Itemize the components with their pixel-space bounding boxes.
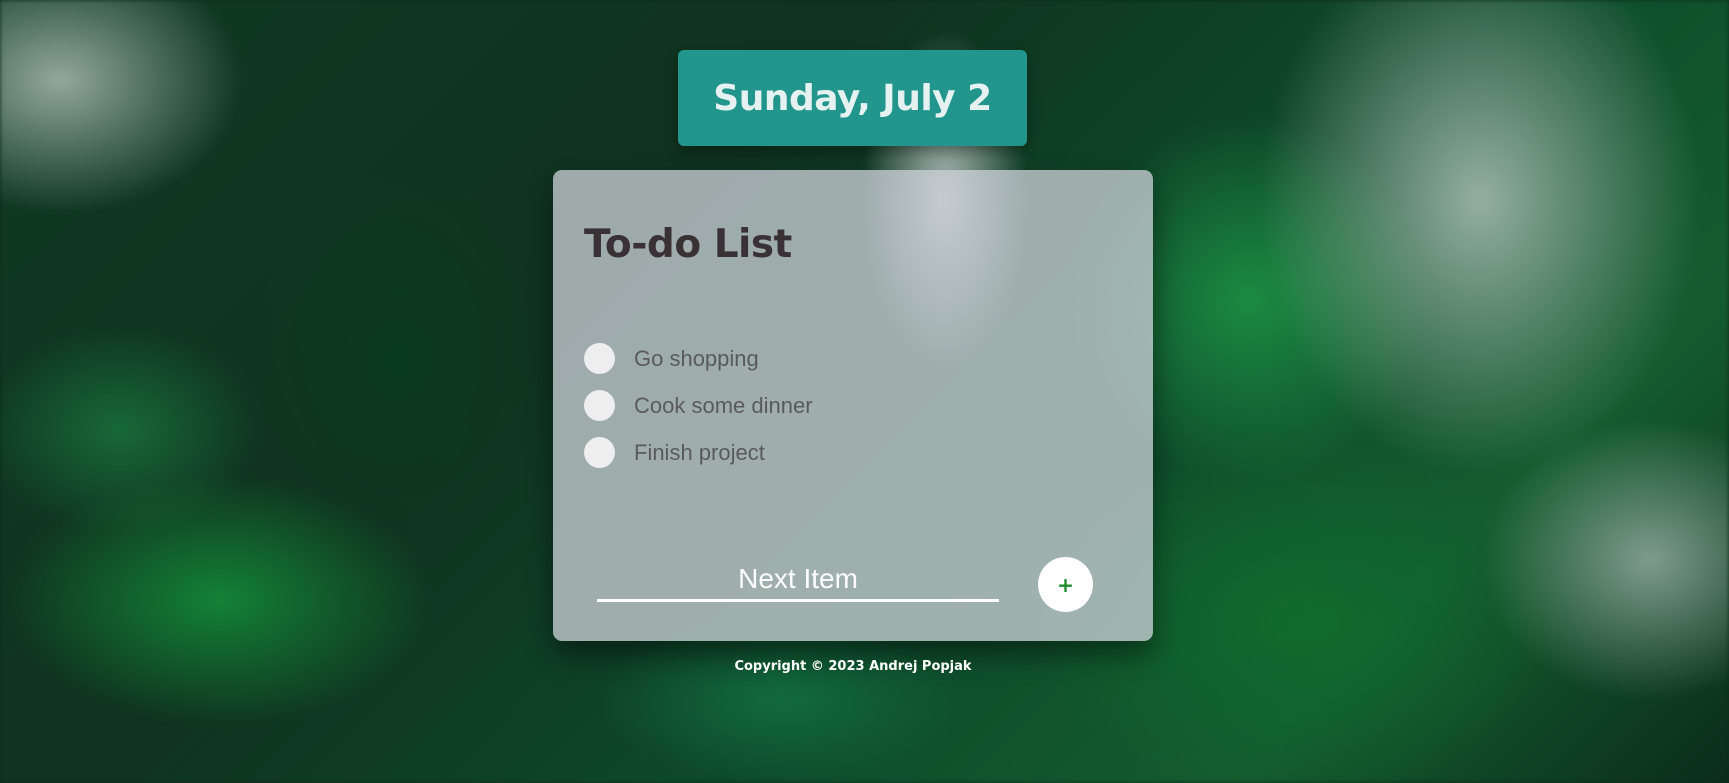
current-date: Sunday, July 2: [713, 77, 992, 119]
todo-item[interactable]: Cook some dinner: [584, 382, 813, 429]
todo-checkbox[interactable]: [584, 343, 615, 374]
todo-item[interactable]: Finish project: [584, 429, 813, 476]
todo-checkbox[interactable]: [584, 437, 615, 468]
todo-item[interactable]: Go shopping: [584, 335, 813, 382]
copyright-footer: Copyright © 2023 Andrej Popjak: [734, 659, 972, 674]
new-item-input[interactable]: [597, 558, 999, 599]
todo-card: To-do List Go shopping Cook some dinner …: [553, 170, 1153, 641]
todo-item-label: Go shopping: [634, 345, 759, 371]
todo-item-label: Cook some dinner: [634, 392, 813, 418]
add-item-button[interactable]: +: [1038, 557, 1093, 612]
todo-title: To-do List: [584, 222, 792, 267]
plus-icon: +: [1057, 572, 1074, 597]
todo-item-label: Finish project: [634, 439, 765, 465]
todo-checkbox[interactable]: [584, 390, 615, 421]
date-banner: Sunday, July 2: [678, 50, 1027, 146]
todo-list: Go shopping Cook some dinner Finish proj…: [584, 335, 813, 476]
new-item-field: [597, 558, 999, 602]
